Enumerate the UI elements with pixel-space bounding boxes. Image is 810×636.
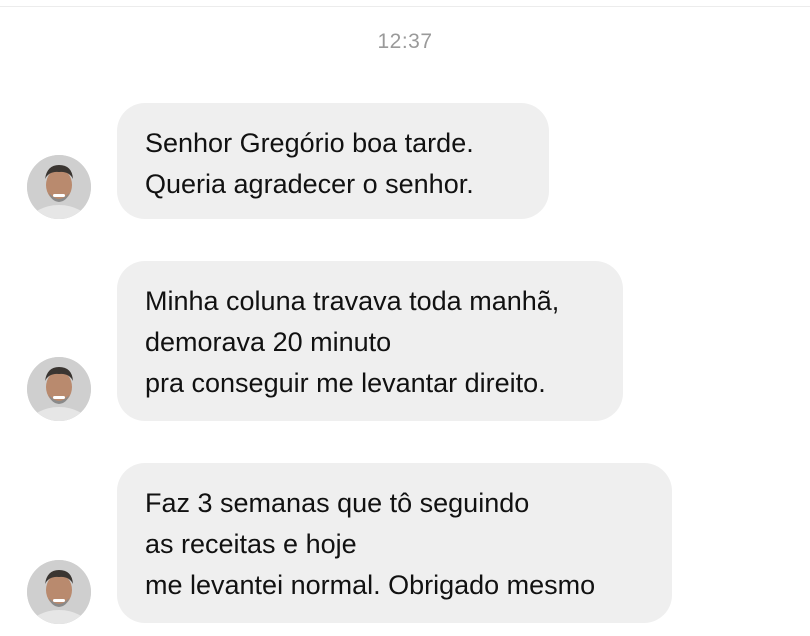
message-timestamp: 12:37 xyxy=(377,30,433,53)
message-line: pra conseguir me levantar direito. xyxy=(145,368,546,398)
message-line: as receitas e hoje xyxy=(145,529,357,559)
sender-avatar[interactable] xyxy=(27,155,91,219)
chat-screen: 12:37 Senhor Gregório boa tarde. Queria … xyxy=(0,0,810,636)
message-bubble[interactable]: Faz 3 semanas que tô seguindo as receita… xyxy=(117,463,672,623)
sender-avatar[interactable] xyxy=(27,357,91,421)
message-bubble[interactable]: Senhor Gregório boa tarde. Queria agrade… xyxy=(117,103,549,219)
message-line: Faz 3 semanas que tô seguindo xyxy=(145,488,530,518)
sender-avatar[interactable] xyxy=(27,560,91,624)
avatar-photo-icon xyxy=(27,357,91,421)
message-line: me levantei normal. Obrigado mesmo xyxy=(145,570,596,600)
message-line: Minha coluna travava toda manhã, xyxy=(145,286,560,316)
message-line: Queria agradecer o senhor. xyxy=(145,169,474,199)
avatar-photo-icon xyxy=(27,155,91,219)
message-line: demorava 20 minuto xyxy=(145,327,392,357)
message-bubble[interactable]: Minha coluna travava toda manhã, demorav… xyxy=(117,261,623,421)
message-line: Senhor Gregório boa tarde. xyxy=(145,128,474,158)
avatar-photo-icon xyxy=(27,560,91,624)
top-divider xyxy=(0,6,810,7)
